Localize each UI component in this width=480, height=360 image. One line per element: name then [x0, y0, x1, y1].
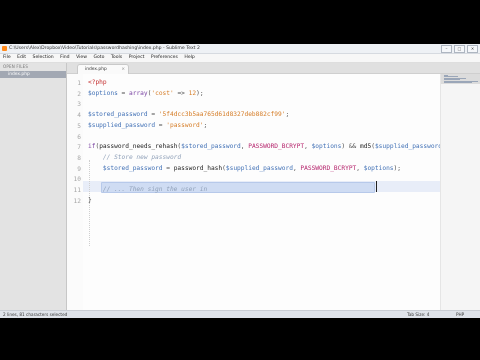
code-token: = [162, 164, 174, 172]
status-bar: 2 lines, 81 characters selected Tab Size… [0, 310, 480, 318]
line-number: 10 [73, 176, 81, 184]
line-number: 1 [77, 80, 81, 87]
code-line: if(password_needs_rehash($stored_passwor… [88, 142, 440, 153]
code-token: = [155, 121, 167, 129]
line-number: 8 [77, 154, 81, 162]
code-token: => [173, 89, 189, 97]
selection-status: 2 lines, 81 characters selected [3, 312, 68, 317]
syntax-indicator[interactable]: PHP [456, 311, 464, 318]
code-token: $supplied_password [374, 143, 440, 151]
menu-find[interactable]: Find [60, 55, 69, 60]
sidebar-header: OPEN FILES [3, 64, 29, 69]
code-token: ); [196, 89, 204, 97]
maximize-button[interactable]: □ [454, 45, 465, 53]
title-bar: C:\Users\Alex\Dropbox\Video\Tutorials\pa… [0, 44, 480, 54]
menu-view[interactable]: View [76, 55, 87, 60]
code-token: ); [393, 164, 401, 172]
code-token: // Store new password [102, 153, 182, 161]
line-number: 11 [73, 187, 81, 194]
code-token: 'password' [166, 121, 204, 129]
sidebar: OPEN FILES index.php [0, 63, 67, 310]
menu-project[interactable]: Project [129, 55, 145, 60]
sidebar-file-label: index.php [8, 72, 30, 77]
tab-index-php[interactable]: index.php × [77, 64, 129, 74]
window-title: C:\Users\Alex\Dropbox\Video\Tutorials\pa… [9, 46, 200, 51]
code-token: '5f4dcc3b5aa765d61d8327deb882cf99' [158, 111, 286, 119]
code-token: // ... Then sign the user in [102, 186, 208, 193]
line-number-gutter: 1 2 3 4 5 6 7 8 9 10 11 12 [67, 74, 83, 310]
code-line: // Store new password [88, 153, 181, 164]
code-line: $options = array('cost' => 12); [88, 89, 204, 100]
code-token: 12 [188, 89, 197, 97]
menu-selection[interactable]: Selection [33, 55, 54, 60]
line-number: 3 [77, 101, 81, 109]
menu-tools[interactable]: Tools [111, 55, 122, 60]
code-token: 'cost' [151, 89, 174, 97]
menu-bar: File Edit Selection Find View Goto Tools… [0, 54, 480, 63]
tab-label: index.php [85, 67, 107, 72]
tab-close-icon[interactable]: × [121, 65, 125, 74]
code-token: $stored_password [88, 111, 148, 119]
code-token: $supplied_password [225, 164, 293, 172]
code-token: = [147, 111, 159, 119]
code-token: ; [285, 111, 290, 119]
code-token: ) && [341, 143, 361, 151]
code-token: , [304, 143, 312, 151]
code-token: $options [363, 164, 394, 172]
tab-size-indicator[interactable]: Tab Size: 4 [407, 311, 429, 318]
menu-edit[interactable]: Edit [17, 55, 26, 60]
code-line: // ... Then sign the user in [88, 185, 207, 196]
code-token: } [88, 196, 92, 204]
code-token: <?php [88, 79, 107, 86]
text-cursor [376, 181, 377, 192]
code-line: <?php [88, 78, 107, 89]
line-number: 7 [77, 144, 81, 152]
window-controls: – □ ✕ [441, 45, 478, 53]
code-token: $options [311, 143, 342, 151]
line-number: 9 [77, 165, 81, 173]
menu-preferences[interactable]: Preferences [151, 55, 178, 60]
line-number: 4 [77, 112, 81, 120]
code-line: } [88, 196, 92, 207]
code-token: , [356, 164, 364, 172]
code-token: password_needs_rehash [99, 143, 178, 151]
code-token: md5 [360, 143, 372, 151]
code-token: PASSWORD_BCRYPT [248, 143, 305, 151]
menu-help[interactable]: Help [184, 55, 194, 60]
code-token: $supplied_password [88, 121, 156, 129]
code-line: $stored_password = '5f4dcc3b5aa765d61d83… [88, 110, 289, 121]
code-line: $stored_password = password_hash($suppli… [88, 164, 401, 175]
code-token: array [129, 89, 148, 97]
code-editor[interactable]: 1 2 3 4 5 6 7 8 9 10 11 12 <?php $options = array('c… [67, 74, 440, 310]
code-token: $options [88, 89, 118, 97]
line-number: 2 [77, 90, 81, 98]
sidebar-file-index-php[interactable]: index.php [0, 71, 66, 78]
code-token: PASSWORD_BCRYPT [300, 164, 357, 172]
close-button[interactable]: ✕ [467, 45, 478, 53]
minimap[interactable] [440, 74, 480, 310]
sublime-text-window: C:\Users\Alex\Dropbox\Video\Tutorials\pa… [0, 44, 480, 318]
line-number: 5 [77, 122, 81, 130]
code-token: $stored_password [102, 164, 163, 172]
code-token: password_hash [173, 164, 223, 172]
minimize-button[interactable]: – [441, 45, 452, 53]
tab-bar: index.php × [67, 63, 480, 74]
code-line: $supplied_password = 'password'; [88, 121, 207, 132]
menu-file[interactable]: File [3, 55, 11, 60]
sublime-app-icon [2, 46, 7, 51]
code-token: = [117, 89, 129, 97]
line-number: 6 [77, 133, 81, 141]
code-token: ; [203, 121, 208, 129]
line-number: 12 [73, 197, 81, 205]
menu-goto[interactable]: Goto [93, 55, 104, 60]
code-token: $stored_password [181, 143, 241, 151]
